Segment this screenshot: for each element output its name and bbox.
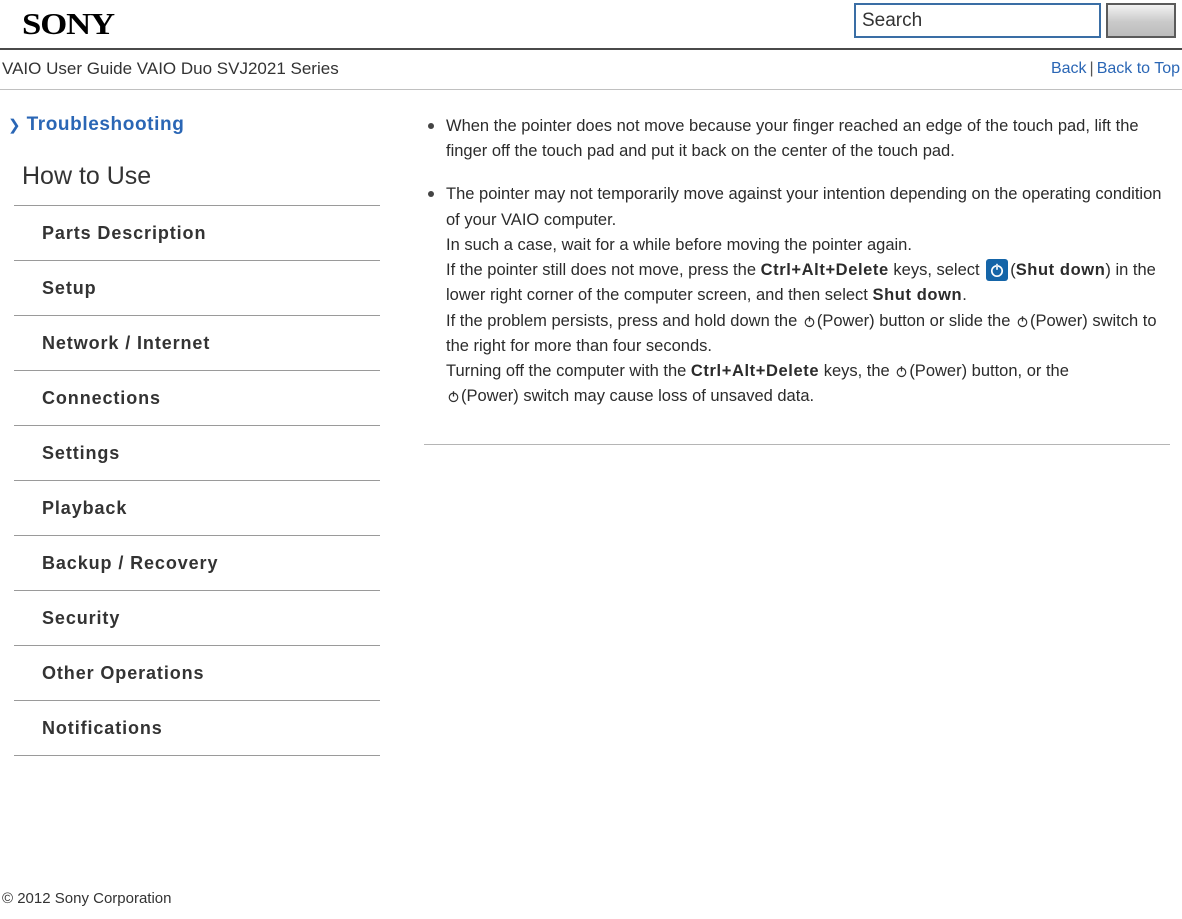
search-input[interactable] xyxy=(854,3,1101,38)
back-link[interactable]: Back xyxy=(1051,60,1087,77)
troubleshooting-list: When the pointer does not move because y… xyxy=(424,114,1170,410)
list-item: The pointer may not temporarily move aga… xyxy=(424,182,1170,409)
bullet-text-2-line3-prefix: If the pointer still does not move, pres… xyxy=(446,261,761,280)
sidebar-item-connections[interactable]: Connections xyxy=(14,371,380,425)
chevron-right-icon: ❯ xyxy=(8,116,21,134)
breadcrumb-label[interactable]: Troubleshooting xyxy=(27,114,185,136)
bullet-text-2-line3-mid: keys, select xyxy=(888,261,985,280)
content-divider xyxy=(424,443,1170,445)
bullet-text-2-line5-d: (Power) switch may cause loss of unsaved… xyxy=(461,387,815,406)
bullet-text-2-line5-b: keys, the xyxy=(819,362,895,381)
footer-copyright: © 2012 Sony Corporation xyxy=(2,890,172,907)
site-header: SONY xyxy=(0,0,1182,50)
page-title: VAIO User Guide VAIO Duo SVJ2021 Series xyxy=(2,59,339,78)
power-icon xyxy=(895,361,908,378)
sidebar-item-setup[interactable]: Setup xyxy=(14,261,380,315)
shut-down-icon xyxy=(986,259,1009,282)
sidebar-item-notifications[interactable]: Notifications xyxy=(14,701,380,755)
back-to-top-link[interactable]: Back to Top xyxy=(1097,60,1180,77)
power-icon xyxy=(1016,311,1029,327)
bullet-text-2-line3-period: . xyxy=(962,286,967,305)
header-nav-links: Back | Back to Top xyxy=(1051,60,1180,78)
bullet-text-2-line4-b: (Power) button or slide the xyxy=(816,311,1015,330)
bullet-text-2-line5-c: (Power) button, or the xyxy=(909,362,1069,381)
sidebar: ❯ Troubleshooting How to Use Parts Descr… xyxy=(0,114,380,756)
key-combo-ctrl-alt-delete: Ctrl+Alt+Delete xyxy=(760,261,889,280)
bullet-text-2-line5-a: Turning off the computer with the xyxy=(446,362,691,381)
sidebar-item-settings[interactable]: Settings xyxy=(14,426,380,480)
list-item: When the pointer does not move because y… xyxy=(424,114,1170,164)
guide-titlebar: VAIO User Guide VAIO Duo SVJ2021 Series … xyxy=(0,50,1182,90)
key-combo-ctrl-alt-delete-2: Ctrl+Alt+Delete xyxy=(690,362,820,381)
sidebar-item-security[interactable]: Security xyxy=(14,591,380,645)
bullet-text-2-line1: The pointer may not temporarily move aga… xyxy=(446,185,1162,229)
sidebar-section-title: How to Use xyxy=(22,162,152,190)
sidebar-item-parts-description[interactable]: Parts Description xyxy=(14,206,380,260)
shut-down-label-2: Shut down xyxy=(872,286,963,305)
power-icon xyxy=(447,386,460,403)
page-body: ❯ Troubleshooting How to Use Parts Descr… xyxy=(0,90,1182,756)
search-button[interactable] xyxy=(1106,3,1176,38)
divider xyxy=(14,755,380,756)
sony-logo: SONY xyxy=(22,6,115,41)
sidebar-item-backup-recovery[interactable]: Backup / Recovery xyxy=(14,536,380,590)
bullet-text-1: When the pointer does not move because y… xyxy=(446,117,1139,161)
nav-separator: | xyxy=(1089,60,1094,77)
main-content: When the pointer does not move because y… xyxy=(374,114,1182,756)
sidebar-item-playback[interactable]: Playback xyxy=(14,481,380,535)
bullet-text-2-line4-a: If the problem persists, press and hold … xyxy=(446,311,802,330)
sidebar-item-network-internet[interactable]: Network / Internet xyxy=(14,316,380,370)
breadcrumb[interactable]: ❯ Troubleshooting xyxy=(8,114,374,136)
shut-down-label-1: Shut down xyxy=(1015,261,1106,280)
sidebar-item-other-operations[interactable]: Other Operations xyxy=(14,646,380,700)
bullet-text-2-line2: In such a case, wait for a while before … xyxy=(446,235,912,254)
power-icon xyxy=(803,311,816,327)
